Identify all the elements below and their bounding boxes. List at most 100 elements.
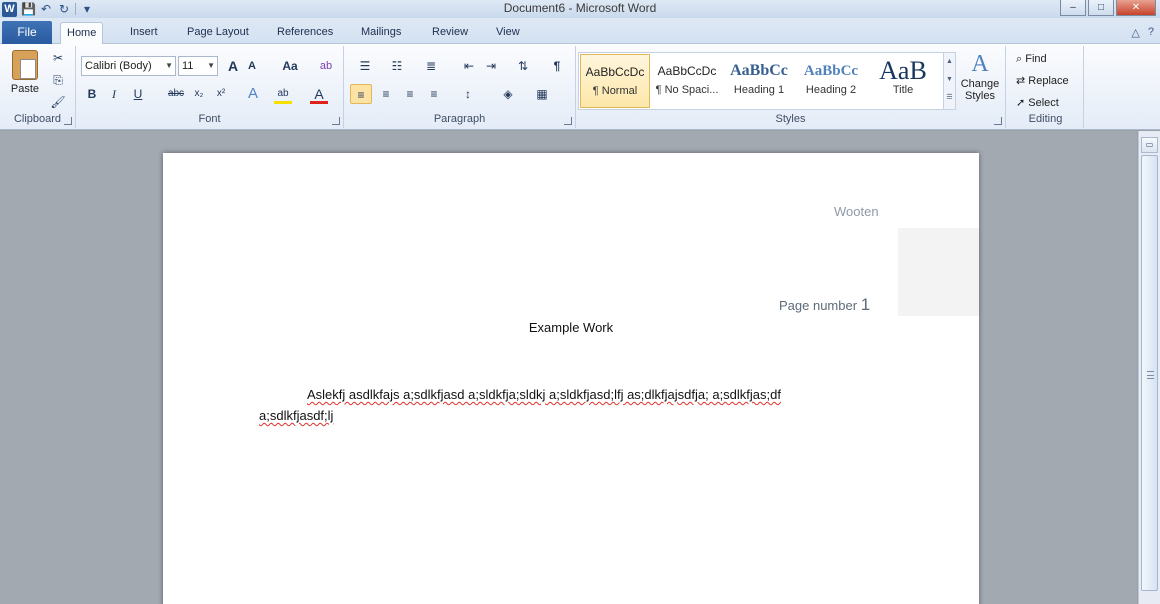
grow-font-button[interactable]: A xyxy=(224,56,242,76)
scrollbar-thumb[interactable] xyxy=(1141,155,1158,591)
style-name: ¶ No Spaci... xyxy=(655,84,719,96)
ruler-toggle-icon[interactable]: ▭ xyxy=(1141,137,1158,153)
styles-group-label: Styles xyxy=(775,113,806,125)
clipboard-launcher-icon[interactable] xyxy=(64,117,72,125)
tab-home[interactable]: Home xyxy=(60,22,104,44)
gallery-down-icon[interactable]: ▼ xyxy=(944,71,955,89)
style-sample: AaBbCcDc xyxy=(585,65,645,79)
help-icon[interactable]: ? xyxy=(1148,26,1154,39)
sort-icon[interactable]: ⇅ xyxy=(514,56,532,76)
ribbon-controls: △ ? xyxy=(1131,26,1154,39)
maximize-button[interactable]: □ xyxy=(1088,0,1114,16)
gallery-more-icon[interactable]: ☰ xyxy=(944,89,955,107)
show-formatting-button[interactable]: ¶ xyxy=(548,56,566,76)
ribbon: Paste ✂ ⎘ 🖌 Clipboard Calibri (Body) ▼ 1… xyxy=(0,44,1160,130)
replace-button[interactable]: ⇄ Replace xyxy=(1016,72,1069,90)
strikethrough-button[interactable]: abc xyxy=(164,84,188,104)
style-no-spacing[interactable]: AaBbCcDc ¶ No Spaci... xyxy=(652,54,722,108)
replace-label: Replace xyxy=(1028,75,1069,87)
align-right-icon[interactable]: ≡ xyxy=(400,84,420,104)
underline-button[interactable]: U xyxy=(130,84,146,104)
style-sample: AaBbCc xyxy=(730,62,788,79)
page-number-label: Page number xyxy=(779,298,858,313)
format-painter-icon[interactable]: 🖌 xyxy=(50,92,66,112)
font-group-label: Font xyxy=(198,113,221,125)
style-sample: AaBbCc xyxy=(803,63,859,79)
superscript-button[interactable]: x² xyxy=(212,84,230,104)
change-case-button[interactable]: Aa xyxy=(278,56,302,76)
align-center-icon[interactable]: ≡ xyxy=(376,84,396,104)
cut-icon[interactable]: ✂ xyxy=(50,48,66,68)
font-launcher-icon[interactable] xyxy=(332,117,340,125)
window-title: Document6 - Microsoft Word xyxy=(503,1,657,15)
chevron-down-icon: ▼ xyxy=(207,61,215,70)
decrease-indent-icon[interactable]: ⇤ xyxy=(460,56,478,76)
italic-button[interactable]: I xyxy=(106,84,122,104)
styles-gallery-scroll[interactable]: ▲ ▼ ☰ xyxy=(943,53,955,109)
editing-group-label: Editing xyxy=(1028,113,1063,125)
change-styles-label-2: Styles xyxy=(965,90,995,102)
paragraph-launcher-icon[interactable] xyxy=(564,117,572,125)
line-spacing-icon[interactable]: ↕ xyxy=(456,84,480,104)
borders-icon[interactable]: ▦ xyxy=(530,84,554,104)
bullets-icon[interactable]: ☰ xyxy=(354,56,376,76)
title-bar: W 💾 ↶ ↻ ▾ Document6 - Microsoft Word – □… xyxy=(0,0,1160,18)
tab-page-layout[interactable]: Page Layout xyxy=(181,22,255,44)
copy-icon[interactable]: ⎘ xyxy=(50,70,66,90)
multilevel-list-icon[interactable]: ≣ xyxy=(420,56,442,76)
gallery-up-icon[interactable]: ▲ xyxy=(944,53,955,71)
numbering-icon[interactable]: ☷ xyxy=(386,56,408,76)
find-button[interactable]: ⌕ Find xyxy=(1016,50,1047,68)
increase-indent-icon[interactable]: ⇥ xyxy=(482,56,500,76)
change-styles-icon: A xyxy=(971,51,989,77)
text-effects-button[interactable]: A xyxy=(244,84,262,104)
subscript-button[interactable]: x₂ xyxy=(190,84,208,104)
select-button[interactable]: ➚ Select xyxy=(1016,94,1059,112)
bold-button[interactable]: B xyxy=(84,84,100,104)
paragraph-group-label: Paragraph xyxy=(433,113,486,125)
vertical-scrollbar[interactable]: ▭ xyxy=(1138,131,1160,604)
style-name: Title xyxy=(892,84,914,96)
page-number-value: 1 xyxy=(860,295,871,314)
tab-review[interactable]: Review xyxy=(426,22,474,44)
binoculars-icon: ⌕ xyxy=(1016,53,1023,65)
font-size-select[interactable]: 11 ▼ xyxy=(178,56,218,76)
style-name: Heading 1 xyxy=(733,84,785,96)
font-size-value: 11 xyxy=(182,60,194,72)
tab-references[interactable]: References xyxy=(271,22,339,44)
document-page[interactable]: Wooten Page number 1 Example Work Aslekf… xyxy=(163,153,979,604)
paste-button[interactable]: Paste xyxy=(6,48,44,108)
header-author-name: Wooten xyxy=(834,204,879,219)
close-button[interactable]: ✕ xyxy=(1116,0,1156,16)
tab-file[interactable]: File xyxy=(2,21,52,44)
font-family-value: Calibri (Body) xyxy=(85,60,152,72)
editing-group: ⌕ Find ⇄ Replace ➚ Select Editing xyxy=(1008,46,1084,128)
tab-mailings[interactable]: Mailings xyxy=(355,22,407,44)
shading-icon[interactable]: ◈ xyxy=(496,84,520,104)
change-styles-button[interactable]: A Change Styles xyxy=(958,50,1002,110)
styles-gallery: AaBbCcDc ¶ Normal AaBbCcDc ¶ No Spaci...… xyxy=(578,52,956,110)
page-number: Page number 1 xyxy=(779,295,870,315)
align-left-icon[interactable]: ≡ xyxy=(350,84,372,104)
justify-icon[interactable]: ≡ xyxy=(424,84,444,104)
document-area: Wooten Page number 1 Example Work Aslekf… xyxy=(0,131,1137,604)
style-title[interactable]: AaB Title xyxy=(868,54,938,108)
body-line-1: Aslekfj asdlkfajs a;sdlkfjasd a;sldkfja;… xyxy=(307,387,781,402)
font-family-select[interactable]: Calibri (Body) ▼ xyxy=(81,56,176,76)
clear-formatting-button[interactable]: ab xyxy=(316,56,336,76)
highlight-button[interactable]: ab xyxy=(274,84,292,104)
style-normal[interactable]: AaBbCcDc ¶ Normal xyxy=(580,54,650,108)
shrink-font-button[interactable]: A xyxy=(244,56,260,76)
ribbon-tab-row: File Home Insert Page Layout References … xyxy=(0,18,1160,44)
body-line-2: a;sdlkfjasdf;lj xyxy=(259,408,334,423)
tab-insert[interactable]: Insert xyxy=(124,22,164,44)
minimize-button[interactable]: – xyxy=(1060,0,1086,16)
font-color-button[interactable]: A xyxy=(310,84,328,104)
tab-view[interactable]: View xyxy=(490,22,526,44)
style-heading-2[interactable]: AaBbCc Heading 2 xyxy=(796,54,866,108)
window-controls: – □ ✕ xyxy=(1060,0,1156,16)
style-heading-1[interactable]: AaBbCc Heading 1 xyxy=(724,54,794,108)
minimize-ribbon-icon[interactable]: △ xyxy=(1131,26,1139,39)
styles-launcher-icon[interactable] xyxy=(994,117,1002,125)
header-panel xyxy=(898,228,979,316)
